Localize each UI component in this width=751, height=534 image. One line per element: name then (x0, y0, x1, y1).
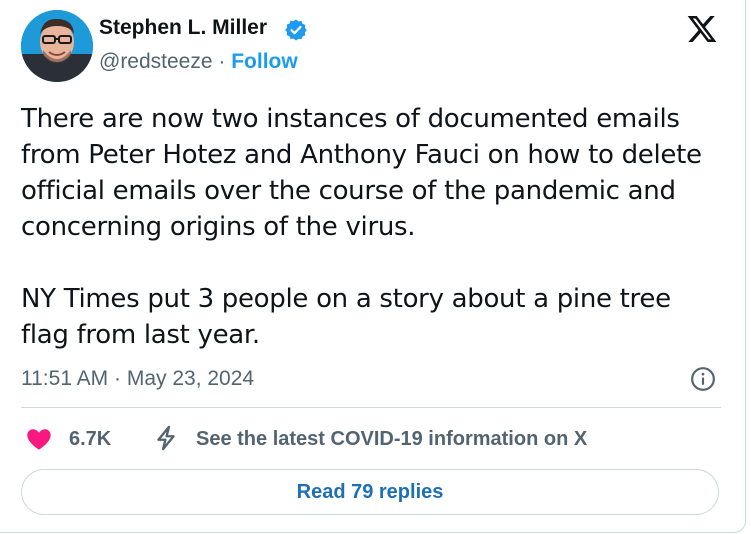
heart-icon[interactable] (25, 425, 53, 453)
tweet-paragraph: There are now two instances of documente… (21, 104, 702, 242)
covid-info-link[interactable]: See the latest COVID-19 information on X (196, 428, 587, 451)
divider (21, 407, 721, 408)
handle-separator: · (212, 50, 232, 73)
tweet-card: Stephen L. Miller @redsteeze · Follow Th… (0, 0, 746, 533)
author-name[interactable]: Stephen L. Miller (99, 16, 267, 40)
tweet-timestamp[interactable]: 11:51 AM · May 23, 2024 (21, 367, 254, 391)
tweet-paragraph: NY Times put 3 people on a story about a… (21, 284, 671, 350)
verified-badge-icon (285, 19, 307, 41)
tweet-text: There are now two instances of documente… (21, 101, 721, 353)
handle-line: @redsteeze · Follow (99, 50, 298, 74)
lightning-icon (157, 425, 175, 451)
x-logo-icon[interactable] (686, 13, 718, 45)
avatar-image (21, 10, 93, 82)
info-icon[interactable] (690, 366, 716, 392)
follow-button[interactable]: Follow (231, 50, 298, 73)
like-count[interactable]: 6.7K (69, 428, 111, 451)
read-replies-button[interactable]: Read 79 replies (21, 469, 719, 515)
author-handle[interactable]: @redsteeze (99, 50, 213, 73)
avatar[interactable] (21, 10, 93, 82)
